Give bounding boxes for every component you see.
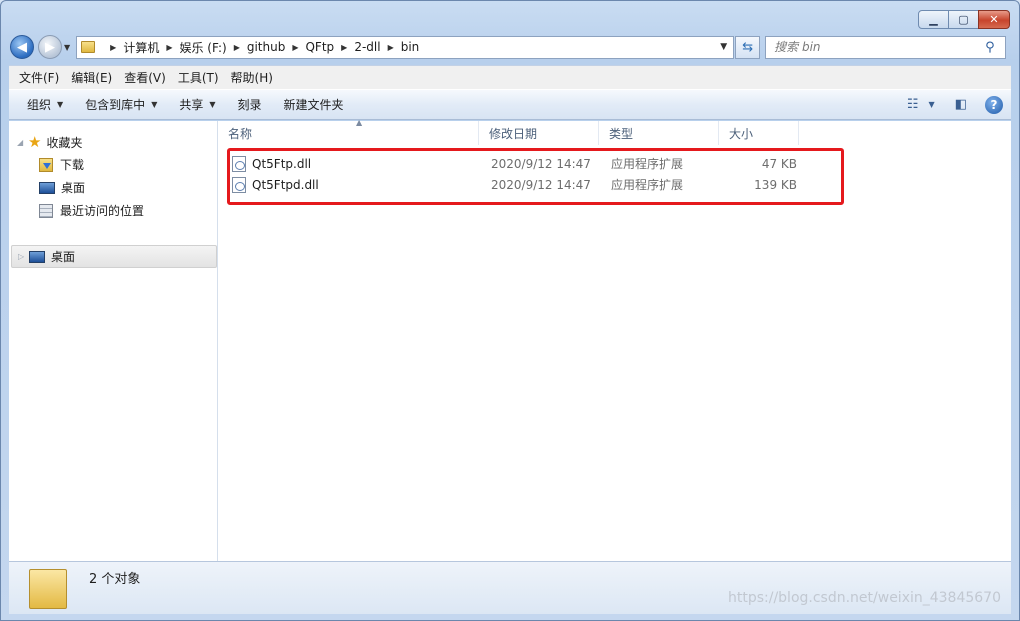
menu-help[interactable]: 帮助(H) [225,69,279,86]
breadcrumb-drive[interactable]: 娱乐 (F:) [179,39,226,56]
burn-button[interactable]: 刻录 [230,96,270,113]
chevron-right-icon[interactable]: ▶ [341,43,347,52]
sidebar-item-recent[interactable]: 最近访问的位置 [39,202,144,219]
caption-buttons: ▁ ▢ ✕ [918,10,1010,29]
item-count: 2 个对象 [89,572,141,587]
preview-pane-icon[interactable]: ◧ [955,97,967,112]
tree-favorites[interactable]: ◢ ★ 收藏夹 [17,133,82,151]
folder-icon [29,569,67,609]
forward-button[interactable]: ▶ [38,35,62,59]
expand-triangle-icon[interactable]: ◢ [17,138,26,147]
sidebar-item-label: 最近访问的位置 [60,204,145,218]
search-icon[interactable]: ⚲ [985,40,1005,55]
chevron-right-icon[interactable]: ▶ [166,43,172,52]
refresh-button[interactable]: ⇆ [735,35,761,59]
desktop-icon [39,181,55,194]
breadcrumb-2dll[interactable]: 2-dll [354,40,380,54]
desktop-node-label: 桌面 [51,250,76,264]
sidebar-item-desktop[interactable]: 桌面 [39,179,85,196]
navigation-pane: ◢ ★ 收藏夹 下载 桌面 最近访问的位置 ▷ 桌面 [9,121,218,561]
include-library-button[interactable]: 包含到库中 ▼ [77,96,165,113]
desktop-icon [29,250,45,263]
new-folder-button[interactable]: 新建文件夹 [276,96,352,113]
breadcrumb-computer[interactable]: 计算机 [123,39,159,56]
menu-bar: 文件(F) 编辑(E) 查看(V) 工具(T) 帮助(H) [9,65,1011,89]
watermark: https://blog.csdn.net/weixin_43845670 [727,590,1001,606]
breadcrumb-github[interactable]: github [247,40,285,54]
column-size[interactable]: 大小 [719,121,799,145]
help-icon[interactable]: ? [985,95,1003,114]
chevron-right-icon[interactable]: ▶ [292,43,298,52]
breadcrumb-bin[interactable]: bin [401,40,420,54]
sidebar-item-label: 桌面 [61,181,86,195]
view-options-icon[interactable]: ☷ [907,97,919,112]
share-label: 共享 [179,98,204,112]
sidebar-item-downloads[interactable]: 下载 [39,156,84,173]
search-input[interactable] [774,40,986,54]
chevron-right-icon[interactable]: ▶ [110,43,116,52]
explorer-window: ▁ ▢ ✕ ◀ ▶ ▼ ▶ 计算机 ▶ 娱乐 (F:) ▶ github ▶ Q… [0,0,1020,621]
highlight-annotation-box [227,148,844,205]
breadcrumb-qftp[interactable]: QFtp [305,40,334,54]
minimize-button[interactable]: ▁ [918,10,949,29]
chevron-down-icon: ▼ [151,100,158,109]
file-list: ▲ 名称 修改日期 类型 大小 Qt5Ftp.dll 2020/9/12 14:… [218,118,1011,561]
collapsed-triangle-icon[interactable]: ▷ [18,252,27,261]
back-button[interactable]: ◀ [10,35,34,59]
downloads-folder-icon [39,157,53,172]
new-folder-label: 新建文件夹 [283,98,344,112]
navigation-bar: ◀ ▶ ▼ ▶ 计算机 ▶ 娱乐 (F:) ▶ github ▶ QFtp ▶ … [10,34,1011,60]
chevron-right-icon[interactable]: ▶ [388,43,394,52]
chevron-down-icon: ▼ [57,100,64,109]
organize-button[interactable]: 组织 ▼ [19,96,71,113]
recent-pages-dropdown-icon[interactable]: ▼ [64,43,70,52]
details-pane: 2 个对象 https://blog.csdn.net/weixin_43845… [9,561,1011,614]
burn-label: 刻录 [237,98,262,112]
menu-file[interactable]: 文件(F) [13,69,65,86]
menu-tools[interactable]: 工具(T) [172,69,225,86]
column-type[interactable]: 类型 [599,121,719,145]
folder-icon [81,41,96,53]
menu-view[interactable]: 查看(V) [118,69,172,86]
chevron-down-icon: ▼ [209,100,216,109]
recent-places-icon [39,203,53,218]
star-icon: ★ [28,133,42,151]
command-toolbar: 组织 ▼ 包含到库中 ▼ 共享 ▼ 刻录 新建文件夹 ☷ ▼ ◧ ? [9,89,1011,120]
chevron-down-icon[interactable]: ▼ [720,42,727,52]
maximize-button[interactable]: ▢ [948,10,979,29]
tree-desktop[interactable]: ▷ 桌面 [11,245,217,268]
sidebar-item-label: 下载 [60,158,85,172]
chevron-down-icon[interactable]: ▼ [929,100,935,109]
share-button[interactable]: 共享 ▼ [171,96,223,113]
organize-label: 组织 [27,98,52,112]
refresh-icon: ⇆ [742,39,754,55]
menu-edit[interactable]: 编辑(E) [65,69,118,86]
content-area: ◢ ★ 收藏夹 下载 桌面 最近访问的位置 ▷ 桌面 ▲ 名称 修改日期 类型 … [9,118,1011,561]
chevron-right-icon[interactable]: ▶ [234,43,240,52]
close-button[interactable]: ✕ [978,10,1010,29]
breadcrumb: ▶ 计算机 ▶ 娱乐 (F:) ▶ github ▶ QFtp ▶ 2-dll … [103,39,419,56]
favorites-label: 收藏夹 [46,135,83,150]
column-name[interactable]: 名称 [218,121,479,145]
toolbar-right: ☷ ▼ ◧ ? [895,95,1003,114]
column-modified[interactable]: 修改日期 [479,121,599,145]
search-box[interactable]: ⚲ [765,35,1007,59]
column-header: 名称 修改日期 类型 大小 [218,121,799,145]
address-bar[interactable]: ▶ 计算机 ▶ 娱乐 (F:) ▶ github ▶ QFtp ▶ 2-dll … [76,35,735,59]
include-library-label: 包含到库中 [85,98,146,112]
